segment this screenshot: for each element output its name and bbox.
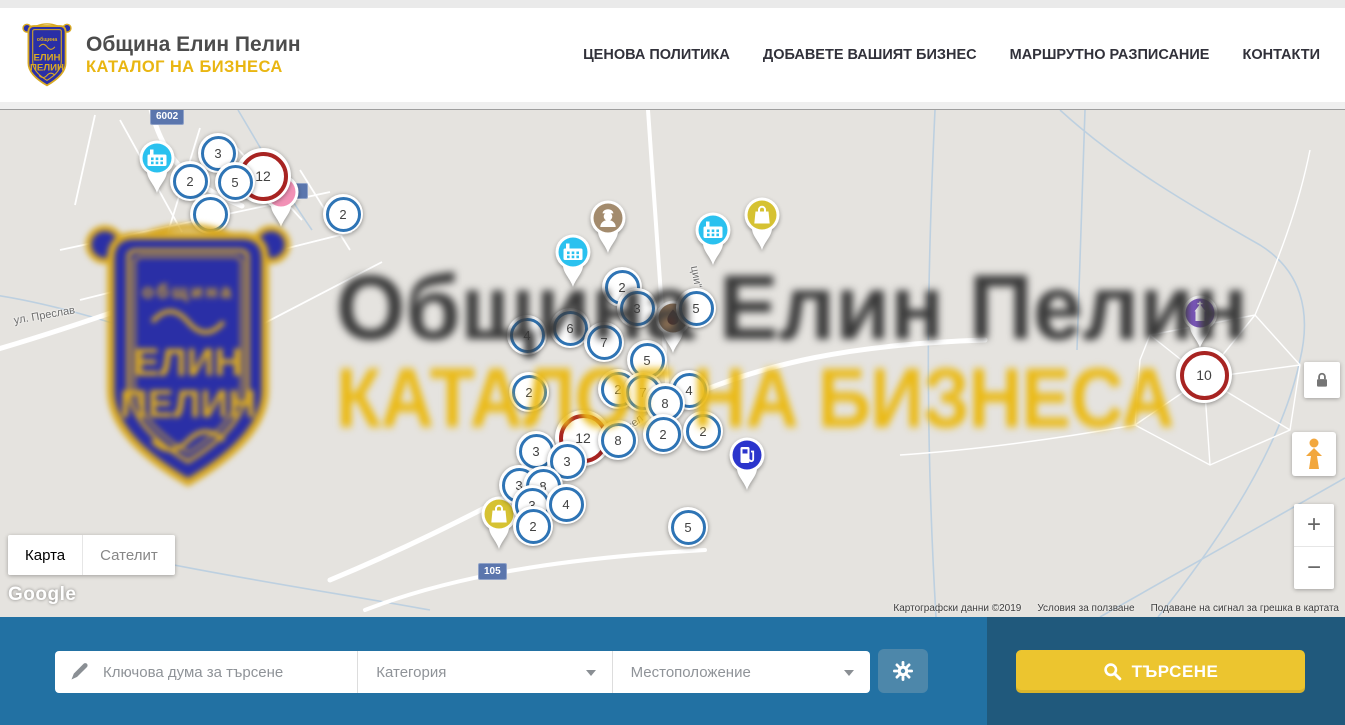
advanced-settings-button[interactable]: [878, 649, 928, 693]
municipality-crest-logo: община ЕЛИН ПЕЛИН: [22, 20, 72, 90]
keyword-field-section: [55, 651, 357, 693]
business-pin-worker[interactable]: [586, 198, 630, 254]
location-select[interactable]: Местоположение: [612, 651, 870, 693]
road-badge: 105: [478, 563, 507, 580]
map-canvas[interactable]: ул. Преславбул. „Новоселции“ 6002105: [0, 110, 1345, 617]
chevron-down-icon: [844, 670, 854, 676]
cluster-marker[interactable]: 4: [546, 484, 586, 524]
business-pin-factory[interactable]: [691, 210, 735, 266]
road-badge: 6002: [150, 110, 184, 125]
crest-name-line2: ПЕЛИН: [30, 62, 64, 73]
google-logo[interactable]: Google: [8, 584, 76, 606]
cluster-marker[interactable]: 2: [643, 414, 683, 454]
pegman-icon: [1301, 437, 1327, 471]
search-button[interactable]: ТЪРСЕНЕ: [1016, 650, 1305, 693]
zoom-in-button[interactable]: +: [1294, 504, 1334, 547]
cluster-marker[interactable]: 5: [215, 162, 255, 202]
pencil-icon: [69, 662, 89, 682]
cluster-marker[interactable]: 2: [683, 411, 723, 451]
keyword-search-input[interactable]: [101, 663, 357, 682]
crest-org-text: община: [37, 36, 58, 43]
cluster-marker[interactable]: 8: [598, 420, 638, 460]
map-data-copyright: Картографски данни ©2019: [893, 603, 1021, 614]
map-type-map-button[interactable]: Карта: [8, 535, 82, 575]
category-select[interactable]: Категория: [357, 651, 611, 693]
cluster-marker[interactable]: 2: [323, 194, 363, 234]
map-attribution: Картографски данни ©2019 Условия за полз…: [893, 603, 1339, 614]
business-pin-bag[interactable]: [740, 195, 784, 251]
search-box: Категория Местоположение: [55, 651, 870, 693]
terms-of-use-link[interactable]: Условия за ползване: [1037, 603, 1134, 614]
search-bar: Категория Местоположение: [0, 617, 1345, 725]
cluster-marker[interactable]: 2: [509, 372, 549, 412]
page-top-strip: [0, 0, 1345, 8]
cluster-marker[interactable]: 3: [617, 288, 657, 328]
cluster-marker[interactable]: 2: [513, 506, 553, 546]
header-divider: [0, 102, 1345, 110]
header: община ЕЛИН ПЕЛИН Община Елин Пелин КАТА…: [0, 8, 1345, 102]
cluster-marker[interactable]: 5: [676, 288, 716, 328]
gear-icon: [891, 659, 915, 683]
nav-item[interactable]: ЦЕНОВА ПОЛИТИКА: [583, 47, 730, 63]
nav-item[interactable]: МАРШРУТНО РАЗПИСАНИЕ: [1010, 47, 1210, 63]
cluster-marker[interactable]: 7: [584, 322, 624, 362]
chevron-down-icon: [586, 670, 596, 676]
map-type-control: Карта Сателит: [8, 535, 175, 575]
business-pin-church[interactable]: [1178, 293, 1222, 349]
lock-icon: [1312, 370, 1332, 390]
brand[interactable]: община ЕЛИН ПЕЛИН Община Елин Пелин КАТА…: [22, 20, 301, 90]
lock-button[interactable]: [1304, 362, 1340, 398]
business-pin-fuel[interactable]: [725, 435, 769, 491]
site-title: Община Елин Пелин: [86, 33, 301, 57]
site-subtitle: КАТАЛОГ НА БИЗНЕСА: [86, 58, 301, 77]
cluster-marker[interactable]: 10: [1176, 347, 1232, 403]
zoom-out-button[interactable]: −: [1294, 547, 1334, 589]
map-type-satellite-button[interactable]: Сателит: [82, 535, 175, 575]
cluster-marker[interactable]: 5: [668, 507, 708, 547]
report-map-error-link[interactable]: Подаване на сигнал за грешка в картата: [1151, 603, 1339, 614]
zoom-control: + −: [1294, 504, 1334, 589]
cluster-marker[interactable]: 4: [507, 315, 547, 355]
main-nav: ЦЕНОВА ПОЛИТИКА ДОБАВЕТЕ ВАШИЯТ БИЗНЕС МАР…: [583, 8, 1320, 102]
cluster-marker[interactable]: [190, 194, 230, 234]
crest-name-line1: ЕЛИН: [33, 52, 60, 63]
street-view-pegman-button[interactable]: [1292, 432, 1336, 476]
nav-item[interactable]: ДОБАВЕТЕ ВАШИЯТ БИЗНЕС: [763, 47, 977, 63]
nav-item[interactable]: КОНТАКТИ: [1242, 47, 1320, 63]
search-icon: [1103, 662, 1122, 681]
